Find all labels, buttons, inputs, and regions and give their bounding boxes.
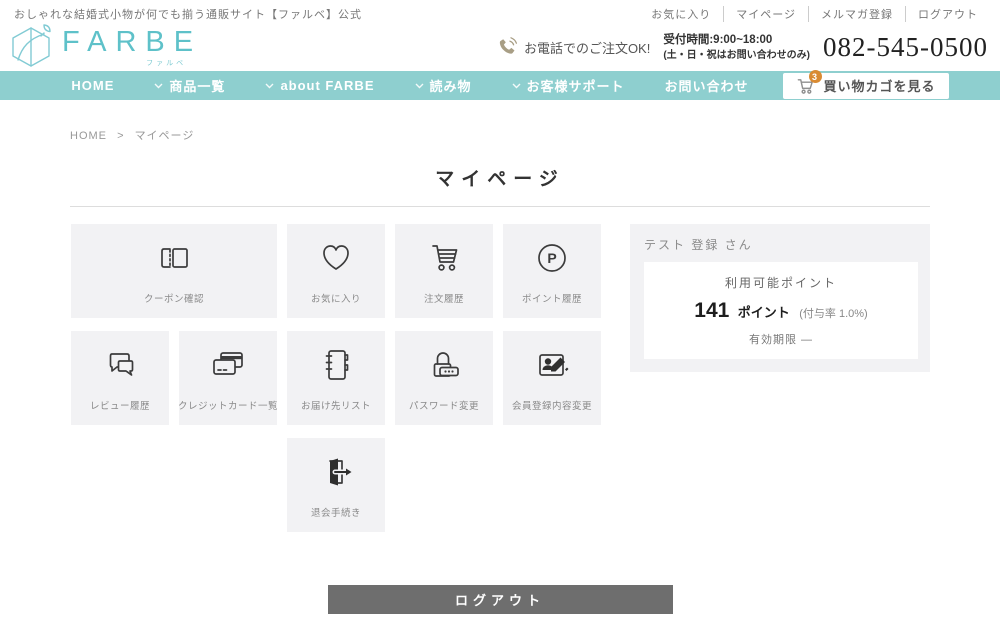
mypage-menu-tiles: クーポン確認 お気に入り — [70, 224, 602, 545]
chevron-down-icon — [415, 83, 424, 89]
breadcrumb-home[interactable]: HOME — [70, 130, 107, 142]
nav-item-products[interactable]: 商品一覧 — [134, 71, 245, 100]
cart-icon: 3 — [796, 76, 815, 95]
top-link-favorites[interactable]: お気に入り — [639, 6, 723, 22]
credit-card-icon — [208, 345, 248, 390]
tile-label: レビュー履歴 — [90, 398, 150, 412]
points-panel: テスト 登録 さん 利用可能ポイント 141 ポイント (付与率 1.0%) 有… — [630, 224, 930, 372]
tile-row-1: クーポン確認 お気に入り — [70, 224, 602, 318]
tile-label: お届け先リスト — [301, 398, 371, 412]
tile-address-list[interactable]: お届け先リスト — [287, 331, 385, 425]
available-points-label: 利用可能ポイント — [648, 274, 914, 291]
tile-point-history[interactable]: P ポイント履歴 — [503, 224, 601, 318]
phone-cta: お電話でのご注文OK! — [497, 36, 650, 60]
brand-text: FARBE ファルベ — [62, 28, 202, 68]
tile-label: ポイント履歴 — [522, 291, 582, 305]
top-link-logout[interactable]: ログアウト — [905, 6, 990, 22]
member-edit-icon — [532, 345, 572, 390]
hours-line2: (土・日・祝はお問い合わせのみ) — [663, 49, 810, 63]
breadcrumb-separator: > — [117, 130, 124, 142]
tile-member-info[interactable]: 会員登録内容変更 — [503, 331, 601, 425]
heart-icon — [316, 238, 356, 283]
tile-label: クレジットカード一覧 — [178, 398, 278, 412]
title-divider — [70, 206, 930, 207]
top-link-mypage[interactable]: マイページ — [723, 6, 808, 22]
points-unit: ポイント — [738, 305, 790, 320]
password-icon — [424, 345, 464, 390]
review-icon — [100, 345, 140, 390]
view-cart-label: 買い物カゴを見る — [824, 76, 936, 95]
points-rate-note: (付与率 1.0%) — [799, 308, 867, 320]
hours-line1: 受付時間:9:00~18:00 — [663, 32, 810, 48]
tile-coupon[interactable]: クーポン確認 — [71, 224, 277, 318]
phone-number: 082-545-0500 — [823, 32, 988, 63]
site-header: FARBE ファルベ お電話でのご注文OK! 受付時間:9:00~18:00 (… — [0, 24, 1000, 71]
tile-label: 退会手続き — [311, 505, 361, 519]
tile-row-3: 退会手続き — [70, 438, 602, 532]
chevron-down-icon — [154, 83, 163, 89]
withdraw-icon — [316, 452, 356, 497]
brand-logo[interactable]: FARBE ファルベ — [8, 23, 202, 72]
tile-label: クーポン確認 — [144, 291, 204, 305]
top-links: お気に入り マイページ メルマガ登録 ログアウト — [639, 6, 990, 22]
tile-label: 注文履歴 — [424, 291, 464, 305]
tile-review-history[interactable]: レビュー履歴 — [71, 331, 169, 425]
chevron-down-icon — [512, 83, 521, 89]
tile-change-password[interactable]: パスワード変更 — [395, 331, 493, 425]
page-title: マイページ — [0, 164, 1000, 191]
phone-cta-label: お電話でのご注文OK! — [524, 38, 650, 57]
coupon-icon — [154, 238, 194, 283]
nav-item-articles[interactable]: 読み物 — [395, 71, 492, 100]
brand-name: FARBE — [62, 28, 202, 57]
tile-label: お気に入り — [311, 291, 361, 305]
points-card: 利用可能ポイント 141 ポイント (付与率 1.0%) 有効期限 — — [644, 262, 918, 359]
logout-button[interactable]: ログアウト — [328, 585, 673, 614]
user-name: テスト 登録 さん — [644, 236, 918, 253]
points-line: 141 ポイント (付与率 1.0%) — [648, 299, 914, 323]
breadcrumb-current: マイページ — [135, 130, 195, 142]
nav-item-about[interactable]: about FARBE — [245, 71, 394, 100]
mypage-content: クーポン確認 お気に入り — [70, 224, 930, 545]
tile-credit-cards[interactable]: クレジットカード一覧 — [179, 331, 277, 425]
view-cart-button[interactable]: 3 買い物カゴを見る — [783, 73, 949, 99]
points-expiry: 有効期限 — — [648, 331, 914, 347]
top-link-newsletter[interactable]: メルマガ登録 — [808, 6, 905, 22]
tile-order-history[interactable]: 注文履歴 — [395, 224, 493, 318]
main-nav: HOME 商品一覧 about FARBE 読み物 お客様サポート お問い合わせ… — [0, 71, 1000, 100]
brand-subtitle: ファルベ — [62, 58, 202, 68]
breadcrumb: HOME > マイページ — [70, 127, 1000, 143]
top-utility-bar: おしゃれな結婚式小物が何でも揃う通販サイト【ファルベ】公式 お気に入り マイペー… — [0, 0, 1000, 24]
nav-item-contact[interactable]: お問い合わせ — [645, 71, 769, 100]
tile-row-2: レビュー履歴 クレジットカード一覧 — [70, 331, 602, 425]
hexagon-leaf-logo-icon — [8, 23, 54, 72]
point-icon: P — [532, 238, 572, 283]
nav-item-home[interactable]: HOME — [51, 71, 134, 100]
tile-label: パスワード変更 — [409, 398, 479, 412]
chevron-down-icon — [265, 83, 274, 89]
tile-withdraw[interactable]: 退会手続き — [287, 438, 385, 532]
site-tagline: おしゃれな結婚式小物が何でも揃う通販サイト【ファルベ】公式 — [14, 6, 362, 22]
points-value: 141 — [694, 299, 729, 322]
tile-favorites[interactable]: お気に入り — [287, 224, 385, 318]
tile-label: 会員登録内容変更 — [512, 398, 592, 412]
address-book-icon — [316, 345, 356, 390]
cart-icon — [424, 238, 464, 283]
business-hours: 受付時間:9:00~18:00 (土・日・祝はお問い合わせのみ) — [663, 32, 810, 62]
cart-count-badge: 3 — [809, 70, 822, 83]
nav-item-support[interactable]: お客様サポート — [492, 71, 645, 100]
phone-icon — [497, 36, 518, 60]
svg-text:P: P — [547, 250, 556, 266]
header-contact-area: お電話でのご注文OK! 受付時間:9:00~18:00 (土・日・祝はお問い合わ… — [497, 32, 988, 63]
